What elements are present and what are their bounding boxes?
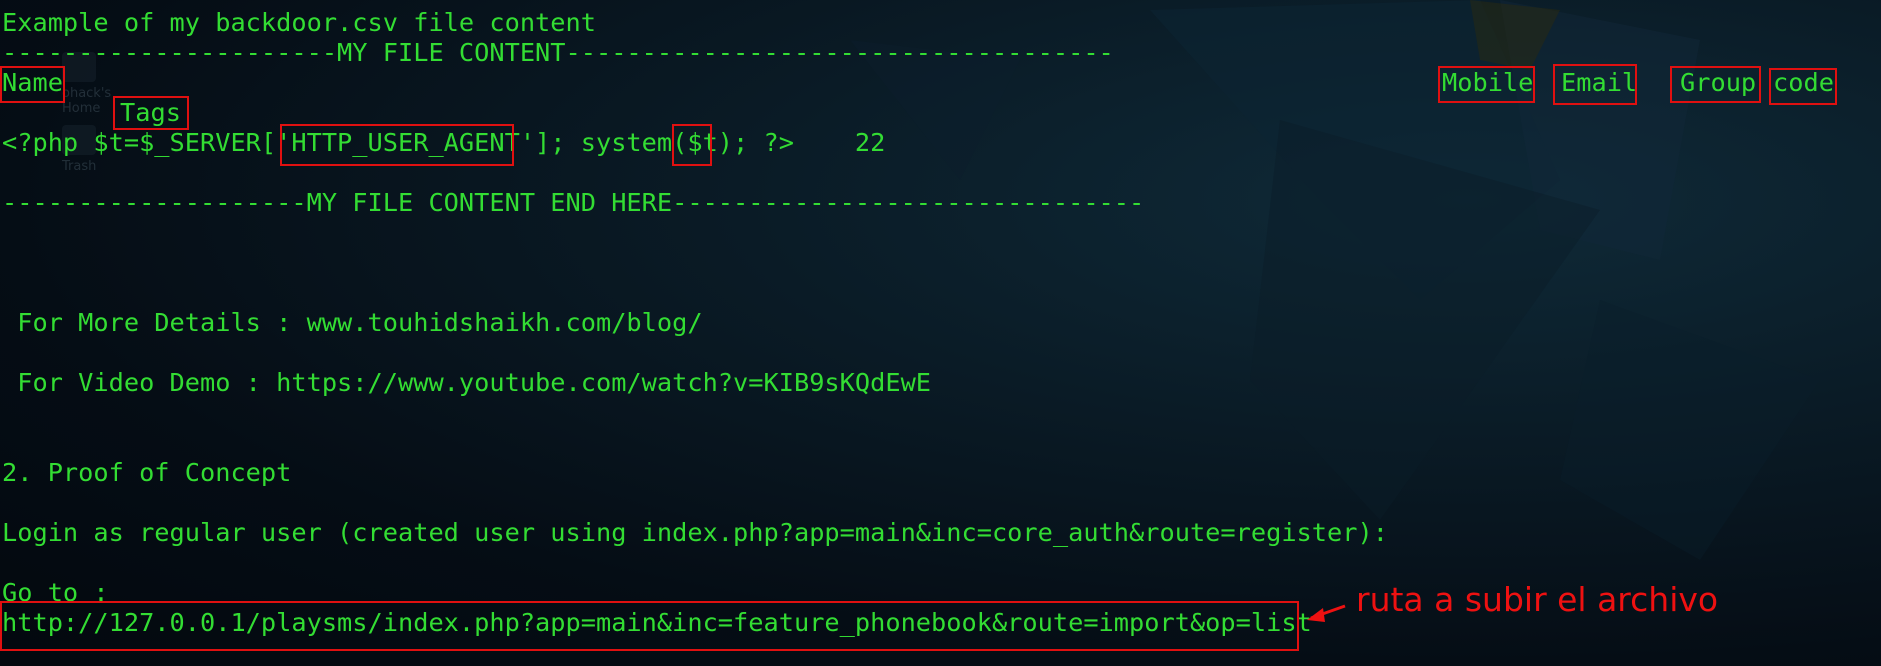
terminal-line-login: Login as regular user (created user usin…: [2, 518, 1388, 547]
highlight-box-code: [1769, 68, 1837, 105]
highlight-box-email: [1553, 64, 1637, 105]
highlight-box-tags: [113, 96, 189, 130]
highlight-box-t-variable: [672, 124, 712, 166]
trash-label: Trash: [62, 159, 97, 174]
terminal-line-separator: ----------------------MY FILE CONTENT---…: [2, 38, 1114, 67]
highlight-box-mobile: [1438, 66, 1535, 103]
terminal-line-video-demo: For Video Demo : https://www.youtube.com…: [2, 368, 932, 397]
home-folder-label: ohack's Home: [62, 86, 112, 116]
annotation-arrow: [1307, 604, 1346, 622]
highlight-box-http-user-agent: [280, 124, 514, 166]
terminal-line-poc-heading: 2. Proof of Concept: [2, 458, 292, 487]
terminal-line-more-details: For More Details : www.touhidshaikh.com/…: [2, 308, 703, 337]
annotation-label: ruta a subir el archivo: [1356, 580, 1719, 619]
highlight-box-import-url: [0, 601, 1299, 651]
terminal-line-end-separator: --------------------MY FILE CONTENT END …: [2, 188, 1145, 217]
highlight-box-group: [1670, 66, 1761, 103]
highlight-box-name: [0, 66, 65, 103]
terminal-line-title: Example of my backdoor.csv file content: [2, 8, 596, 37]
